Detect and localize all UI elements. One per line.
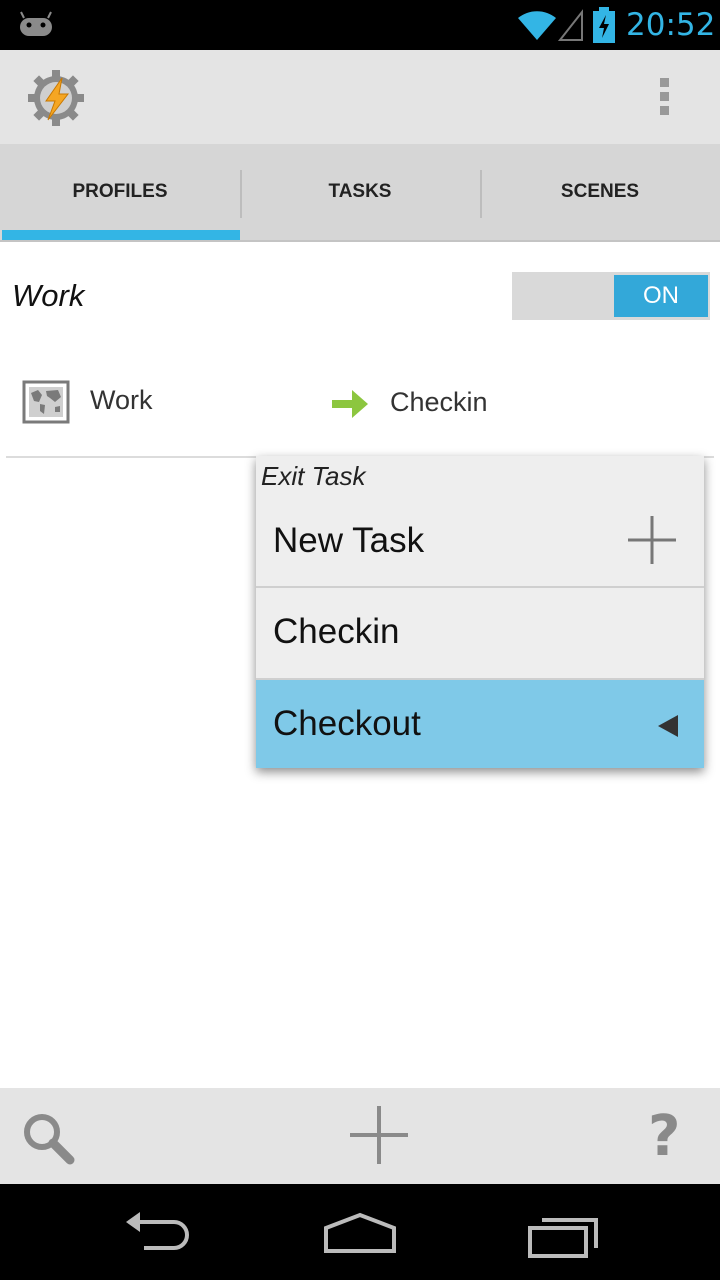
tab-tasks[interactable]: TASKS — [240, 144, 480, 240]
action-bar — [0, 50, 720, 144]
enter-arrow-icon — [332, 390, 368, 418]
home-icon[interactable] — [322, 1212, 398, 1254]
battery-charging-icon — [593, 7, 615, 43]
triangle-left-icon — [658, 715, 678, 737]
tab-scenes[interactable]: SCENES — [480, 144, 720, 240]
menu-item-new-task[interactable]: New Task — [256, 496, 704, 586]
tab-profiles[interactable]: PROFILES — [0, 144, 240, 240]
android-icon — [20, 11, 52, 36]
menu-item-label: New Task — [273, 521, 425, 560]
tab-selected-indicator — [2, 230, 240, 240]
tab-label: SCENES — [560, 181, 640, 202]
back-icon[interactable] — [124, 1210, 196, 1256]
profile-toggle[interactable]: ON — [512, 272, 710, 320]
bottom-toolbar: ? — [0, 1088, 720, 1184]
tab-label: TASKS — [328, 181, 392, 202]
wifi-icon — [518, 9, 583, 41]
plus-icon — [628, 516, 676, 564]
map-location-icon[interactable] — [22, 380, 70, 424]
menu-item-label: Checkin — [273, 612, 400, 651]
toggle-on-label: ON — [614, 275, 708, 317]
help-icon[interactable]: ? — [648, 1104, 680, 1169]
menu-item-checkout[interactable]: Checkout — [256, 678, 704, 768]
exit-task-popup: Exit Task New Task Checkin Checkout — [256, 456, 704, 768]
menu-item-label: Checkout — [273, 704, 421, 743]
status-bar: 20:52 — [0, 0, 720, 50]
popup-title: Exit Task — [261, 461, 366, 491]
recent-apps-icon[interactable] — [526, 1210, 600, 1260]
add-icon[interactable] — [350, 1106, 408, 1164]
tasker-gear-icon[interactable] — [26, 68, 86, 128]
overflow-menu-icon[interactable] — [650, 76, 678, 120]
tab-label: PROFILES — [72, 181, 168, 202]
enter-task-label[interactable]: Checkin — [390, 387, 488, 418]
search-icon[interactable] — [22, 1112, 76, 1166]
navigation-bar — [0, 1184, 720, 1280]
tab-bar: PROFILES TASKS SCENES — [0, 144, 720, 242]
clock: 20:52 — [626, 7, 716, 43]
profile-name[interactable]: Work — [12, 278, 84, 314]
context-label[interactable]: Work — [90, 385, 153, 416]
menu-item-checkin[interactable]: Checkin — [256, 586, 704, 676]
